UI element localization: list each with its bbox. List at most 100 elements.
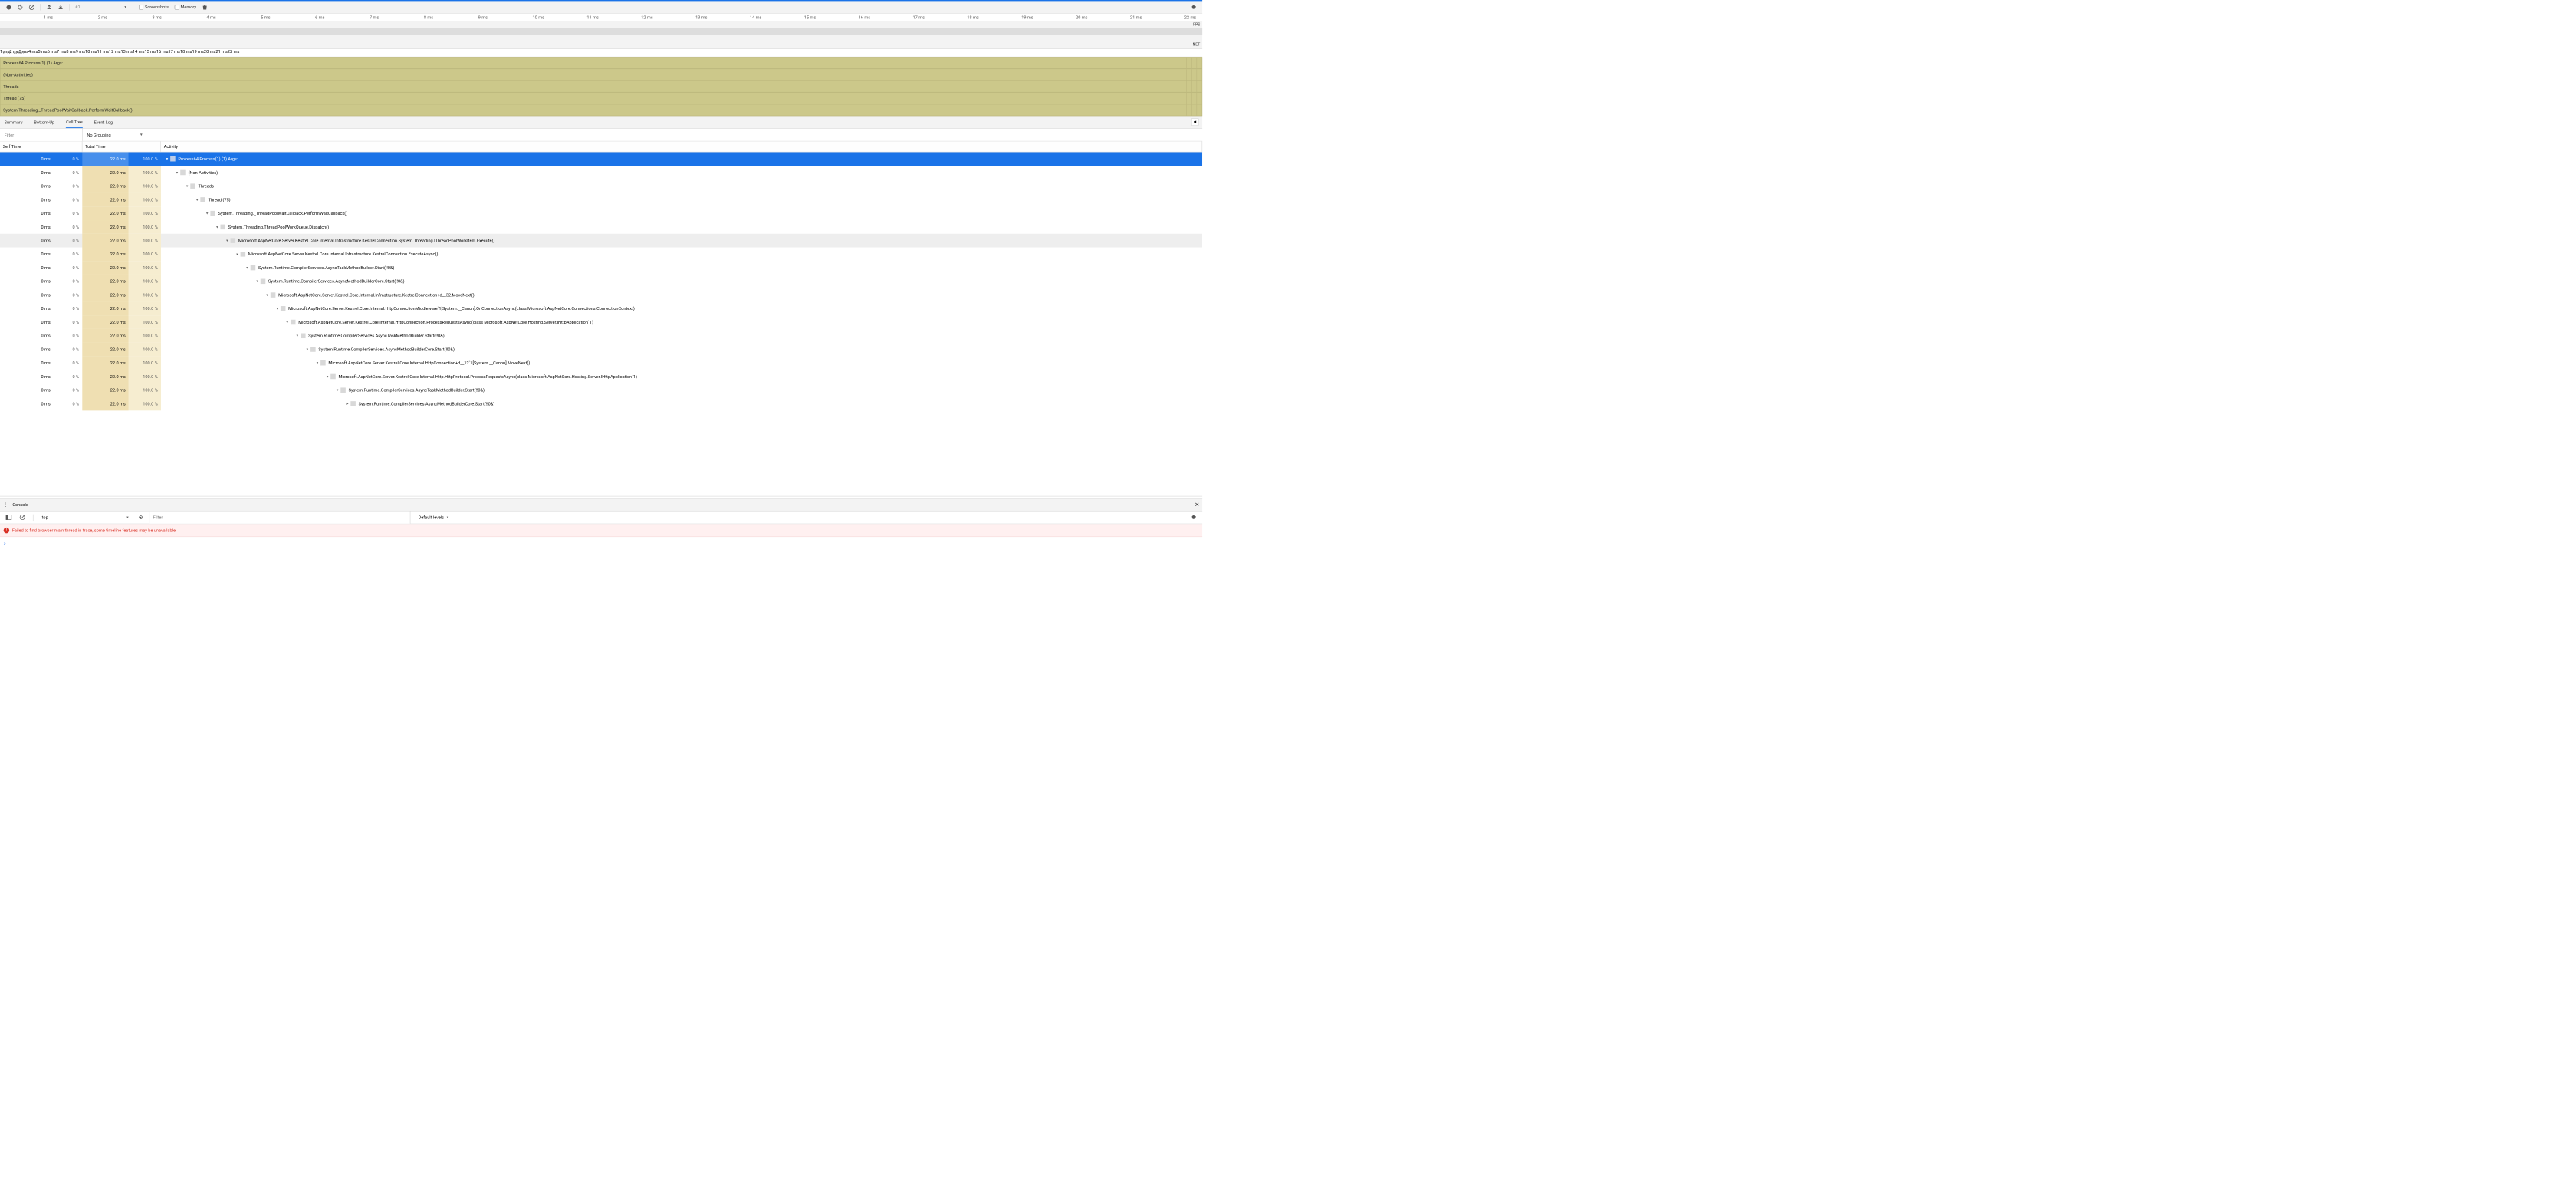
expand-toggle[interactable]: ▼: [185, 184, 190, 188]
expand-toggle[interactable]: ▼: [325, 374, 330, 378]
filter-input[interactable]: [0, 129, 82, 141]
flame-rows[interactable]: Process64 Process(1) (1) Args:(Non-Activ…: [0, 57, 1202, 116]
color-swatch: [180, 170, 186, 176]
console-prompt[interactable]: >: [0, 537, 1202, 550]
live-expression-button[interactable]: [136, 513, 146, 522]
overview-lanes[interactable]: FPS CPU NET: [0, 21, 1202, 48]
tree-row[interactable]: 0 ms0 %22.0 ms100.0 %▼(Non-Activities): [0, 166, 1202, 179]
tree-row[interactable]: 0 ms0 %22.0 ms100.0 %▼Microsoft.AspNetCo…: [0, 315, 1202, 329]
clear-console-button[interactable]: [17, 513, 27, 522]
expand-toggle[interactable]: ▼: [215, 225, 220, 229]
trash-button[interactable]: [200, 3, 210, 12]
overview-ruler[interactable]: 1 ms2 ms3 ms4 ms5 ms6 ms7 ms8 ms9 ms10 m…: [0, 14, 1202, 21]
flame-row[interactable]: System.Threading._ThreadPoolWaitCallback…: [0, 104, 1202, 116]
expand-toggle[interactable]: ▼: [335, 388, 340, 392]
console-filter-input[interactable]: [150, 511, 411, 523]
col-total-time[interactable]: Total Time: [82, 141, 161, 152]
tree-row[interactable]: 0 ms0 %22.0 ms100.0 %▼Microsoft.AspNetCo…: [0, 247, 1202, 261]
tree-row[interactable]: 0 ms0 %22.0 ms100.0 %▼Microsoft.AspNetCo…: [0, 234, 1202, 248]
tree-row[interactable]: 0 ms0 %22.0 ms100.0 %▼Microsoft.AspNetCo…: [0, 370, 1202, 383]
total-time-cell: 22.0 ms: [82, 343, 129, 357]
tree-row[interactable]: 0 ms0 %22.0 ms100.0 %▼Process64 Process(…: [0, 152, 1202, 166]
self-time-cell: 0 ms: [0, 193, 54, 207]
expand-toggle[interactable]: ▼: [274, 307, 280, 311]
expand-toggle[interactable]: ▼: [195, 198, 200, 202]
console-settings-button[interactable]: [1188, 513, 1198, 522]
activity-name: System.Runtime.CompilerServices.AsyncTas…: [258, 265, 394, 271]
console-error-row[interactable]: ! Failed to find browser main thread in …: [0, 524, 1202, 537]
close-icon[interactable]: ✕: [1194, 501, 1199, 508]
screenshots-checkbox[interactable]: Screenshots: [139, 5, 169, 10]
grouping-dropdown[interactable]: No Grouping▼: [82, 129, 147, 141]
ruler-tick: 22 ms: [1184, 15, 1196, 21]
ruler-tick: 6 ms: [48, 49, 57, 57]
ruler-tick: 19 ms: [1021, 15, 1033, 21]
self-pct-cell: 0 %: [54, 383, 82, 397]
expand-toggle[interactable]: ▼: [295, 334, 301, 337]
console-error-text: Failed to find browser main thread in tr…: [12, 528, 176, 533]
clear-button[interactable]: [27, 3, 37, 12]
tree-row[interactable]: 0 ms0 %22.0 ms100.0 %▼System.Runtime.Com…: [0, 383, 1202, 397]
ruler-tick: 10 ms: [533, 15, 544, 21]
save-profile-button[interactable]: [55, 3, 65, 12]
tree-row[interactable]: 0 ms0 %22.0 ms100.0 %▼System.Runtime.Com…: [0, 343, 1202, 357]
record-button[interactable]: [4, 3, 14, 12]
ruler-tick: 14 ms: [750, 15, 761, 21]
load-profile-button[interactable]: [44, 3, 54, 12]
tab-summary[interactable]: Summary: [5, 117, 23, 128]
expand-toggle[interactable]: ▼: [245, 266, 250, 270]
expand-toggle[interactable]: ▶: [345, 402, 350, 406]
flame-row[interactable]: Threads: [0, 81, 1202, 92]
session-dropdown[interactable]: #1▼: [73, 5, 129, 10]
tree-row[interactable]: 0 ms0 %22.0 ms100.0 %▼System.Threading._…: [0, 206, 1202, 220]
ruler-tick: 8 ms: [424, 15, 433, 21]
tab-bottom-up[interactable]: Bottom-Up: [34, 117, 54, 128]
flame-ruler[interactable]: ▼Th. ads75 1 ms2 ms3 ms4 ms5 ms6 ms7 ms8…: [0, 49, 1202, 57]
expand-toggle[interactable]: ▼: [205, 212, 210, 216]
reload-button[interactable]: [15, 3, 25, 12]
tree-row[interactable]: 0 ms0 %22.0 ms100.0 %▼Microsoft.AspNetCo…: [0, 288, 1202, 302]
self-pct-cell: 0 %: [54, 356, 82, 370]
sidebar-toggle-icon[interactable]: [4, 513, 14, 522]
memory-checkbox[interactable]: Memory: [175, 5, 196, 10]
self-time-cell: 0 ms: [0, 275, 54, 288]
tab-event-log[interactable]: Event Log: [94, 117, 113, 128]
flame-row[interactable]: Thread (75): [0, 92, 1202, 104]
expand-toggle[interactable]: ▼: [235, 252, 240, 256]
total-time-cell: 22.0 ms: [82, 370, 129, 383]
context-label: top: [42, 515, 48, 520]
tree-row[interactable]: 0 ms0 %22.0 ms100.0 %▼System.Runtime.Com…: [0, 329, 1202, 343]
expand-toggle[interactable]: ▼: [315, 361, 320, 365]
tree-row[interactable]: 0 ms0 %22.0 ms100.0 %▼Thread (75): [0, 193, 1202, 207]
tree-row[interactable]: 0 ms0 %22.0 ms100.0 %▼System.Runtime.Com…: [0, 275, 1202, 288]
flame-row[interactable]: (Non-Activities): [0, 69, 1202, 81]
kebab-icon[interactable]: ⋮: [3, 502, 8, 508]
show-sidebar-button[interactable]: ◀: [1191, 118, 1198, 125]
expand-toggle[interactable]: ▼: [284, 320, 290, 324]
context-dropdown[interactable]: top▼: [39, 515, 132, 520]
tree-row[interactable]: 0 ms0 %22.0 ms100.0 %▼System.Runtime.Com…: [0, 261, 1202, 275]
tree-row[interactable]: 0 ms0 %22.0 ms100.0 %▼System.Threading.T…: [0, 220, 1202, 234]
col-self-time[interactable]: Self Time: [0, 141, 82, 152]
expand-toggle[interactable]: ▼: [165, 157, 170, 161]
expand-toggle[interactable]: ▼: [305, 347, 310, 351]
log-levels-dropdown[interactable]: Default levels▼: [414, 515, 454, 520]
tree-row[interactable]: 0 ms0 %22.0 ms100.0 %▼Threads: [0, 179, 1202, 193]
color-swatch: [340, 387, 346, 393]
expand-toggle[interactable]: ▼: [264, 293, 270, 297]
settings-button[interactable]: [1188, 3, 1198, 12]
thread-expander[interactable]: ▼Th. ads75: [2, 50, 25, 55]
self-pct-cell: 0 %: [54, 193, 82, 207]
expand-toggle[interactable]: ▼: [225, 239, 230, 242]
color-swatch: [220, 225, 225, 230]
activity-name: Microsoft.AspNetCore.Server.Kestrel.Core…: [278, 292, 475, 298]
tree-row[interactable]: 0 ms0 %22.0 ms100.0 %▶System.Runtime.Com…: [0, 397, 1202, 411]
col-activity[interactable]: Activity: [161, 141, 1202, 152]
flame-row[interactable]: Process64 Process(1) (1) Args:: [0, 57, 1202, 68]
tab-call-tree[interactable]: Call Tree: [66, 117, 83, 128]
tree-row[interactable]: 0 ms0 %22.0 ms100.0 %▼Microsoft.AspNetCo…: [0, 301, 1202, 315]
tree-row[interactable]: 0 ms0 %22.0 ms100.0 %▼Microsoft.AspNetCo…: [0, 356, 1202, 370]
expand-toggle[interactable]: ▼: [255, 279, 260, 283]
expand-toggle[interactable]: ▼: [175, 170, 180, 174]
ruler-tick: 19 ms: [192, 49, 203, 57]
